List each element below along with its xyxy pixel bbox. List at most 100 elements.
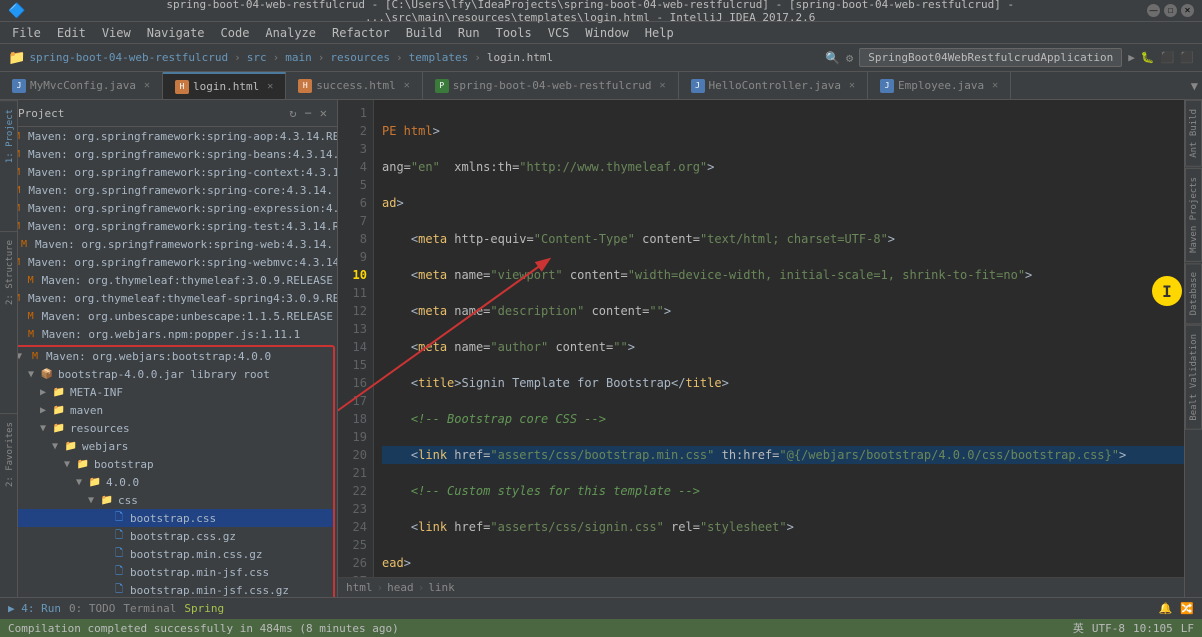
css-folder-item[interactable]: ▼ 📁 css bbox=[4, 491, 333, 509]
breadcrumb-resources[interactable]: resources bbox=[330, 51, 390, 64]
collapse-icon[interactable]: − bbox=[303, 104, 314, 122]
maven-projects-tab[interactable]: Maven Projects bbox=[1185, 168, 1202, 262]
terminal-button[interactable]: Terminal bbox=[123, 602, 176, 615]
thymeleaf-spring4-item[interactable]: ▶ M Maven: org.thymeleaf:thymeleaf-sprin… bbox=[0, 289, 337, 307]
lf-indicator: LF bbox=[1181, 622, 1194, 635]
version-folder-item[interactable]: ▼ 📁 4.0.0 bbox=[4, 473, 333, 491]
bc-link[interactable]: link bbox=[428, 581, 455, 594]
menu-analyze[interactable]: Analyze bbox=[257, 24, 324, 42]
tab-success[interactable]: H success.html ✕ bbox=[286, 72, 423, 99]
tab-project[interactable]: P spring-boot-04-web-restfulcrud ✕ bbox=[423, 72, 679, 99]
list-item[interactable]: ▶ M Maven: org.springframework:spring-co… bbox=[0, 181, 337, 199]
menu-help[interactable]: Help bbox=[637, 24, 682, 42]
close-sidebar-icon[interactable]: ✕ bbox=[318, 104, 329, 122]
spring-button[interactable]: Spring bbox=[184, 602, 224, 615]
tab-close-hellocontroller[interactable]: ✕ bbox=[849, 80, 855, 91]
menu-view[interactable]: View bbox=[94, 24, 139, 42]
maximize-button[interactable]: □ bbox=[1164, 4, 1177, 17]
bootstrap-min-jsf-gz-item[interactable]: 🗋 bootstrap.min-jsf.css.gz bbox=[4, 581, 333, 597]
bc-head[interactable]: head bbox=[387, 581, 414, 594]
ant-build-tab[interactable]: Ant Build bbox=[1185, 100, 1202, 167]
bean-validation-tab[interactable]: Bealt Validation bbox=[1185, 325, 1202, 430]
debug-icon[interactable]: 🐛 bbox=[1141, 51, 1155, 64]
resources-folder-item[interactable]: ▼ 📁 resources bbox=[4, 419, 333, 437]
tab-employee[interactable]: J Employee.java ✕ bbox=[868, 72, 1011, 99]
tab-overflow-button[interactable]: ▼ bbox=[1187, 72, 1202, 99]
stop-icon[interactable]: ⬛ bbox=[1161, 51, 1175, 64]
database-tab[interactable]: Database bbox=[1185, 263, 1202, 324]
notifications-icon[interactable]: 🔔 bbox=[1159, 602, 1173, 615]
folder-icon: 📁 bbox=[52, 385, 66, 399]
todo-button[interactable]: 0: TODO bbox=[69, 602, 115, 615]
list-item[interactable]: ▶ M Maven: org.thymeleaf:thymeleaf:3.0.9… bbox=[0, 271, 337, 289]
bootstrap-css-item[interactable]: 🗋 bootstrap.css bbox=[4, 509, 333, 527]
tab-close-login[interactable]: ✕ bbox=[267, 81, 273, 92]
maven-folder-item[interactable]: ▶ 📁 maven bbox=[4, 401, 333, 419]
project-side-tab[interactable]: 1: Project bbox=[0, 100, 17, 171]
code-line-2: ang="en" xmlns:th="http://www.thymeleaf.… bbox=[382, 158, 1194, 176]
item-label: webjars bbox=[82, 440, 128, 453]
tab-close-project[interactable]: ✕ bbox=[659, 80, 665, 91]
menu-navigate[interactable]: Navigate bbox=[139, 24, 213, 42]
list-item[interactable]: ▶ M Maven: org.webjars.npm:popper.js:1.1… bbox=[0, 325, 337, 343]
settings-icon[interactable]: ⚙ bbox=[846, 51, 853, 65]
breadcrumb-src[interactable]: src bbox=[247, 51, 267, 64]
tab-hellocontroller[interactable]: J HelloController.java ✕ bbox=[679, 72, 868, 99]
bootstrap-jar-item[interactable]: ▼ 📦 bootstrap-4.0.0.jar library root bbox=[4, 365, 333, 383]
css-file-icon: 🗋 bbox=[112, 583, 126, 597]
jar-icon: 📦 bbox=[40, 367, 54, 381]
bootstrap-maven-item[interactable]: ▼ M Maven: org.webjars:bootstrap:4.0.0 bbox=[4, 347, 333, 365]
list-item[interactable]: ▶ M Maven: org.springframework:spring-ao… bbox=[0, 127, 337, 145]
webjars-folder-item[interactable]: ▼ 📁 webjars bbox=[4, 437, 333, 455]
breadcrumb-main[interactable]: main bbox=[285, 51, 312, 64]
breadcrumb-templates[interactable]: templates bbox=[409, 51, 469, 64]
list-item[interactable]: ▶ M Maven: org.springframework:spring-ex… bbox=[0, 199, 337, 217]
tab-mymvcconfig[interactable]: J MyMvcConfig.java ✕ bbox=[0, 72, 163, 99]
tab-close-employee[interactable]: ✕ bbox=[992, 80, 998, 91]
code-content[interactable]: PE html> ang="en" xmlns:th="http://www.t… bbox=[374, 100, 1202, 577]
structure-side-tab[interactable]: 2: Structure bbox=[0, 231, 17, 313]
search-everywhere-icon[interactable]: 🔍 bbox=[825, 51, 840, 65]
java-file-icon: J bbox=[12, 79, 26, 93]
stop-red-icon[interactable]: ⬛ bbox=[1180, 51, 1194, 64]
favorites-side-tab[interactable]: 2: Favorites bbox=[0, 413, 17, 495]
list-item[interactable]: ▶ M Maven: org.unbescape:unbescape:1.1.5… bbox=[0, 307, 337, 325]
sidebar: ⚙ Project ↻ − ✕ ▶ M Maven: org.springfra… bbox=[0, 100, 338, 597]
tab-login[interactable]: H login.html ✕ bbox=[163, 72, 286, 99]
item-label: Maven: org.springframework:spring-core:4… bbox=[28, 184, 333, 197]
breadcrumb-filename[interactable]: login.html bbox=[487, 51, 553, 64]
item-label: META-INF bbox=[70, 386, 123, 399]
bootstrap-min-jsf-item[interactable]: 🗋 bootstrap.min-jsf.css bbox=[4, 563, 333, 581]
list-item[interactable]: ▶ M Maven: org.springframework:spring-te… bbox=[0, 217, 337, 235]
menu-file[interactable]: File bbox=[4, 24, 49, 42]
menu-build[interactable]: Build bbox=[398, 24, 450, 42]
encoding-indicator[interactable]: UTF-8 bbox=[1092, 622, 1125, 635]
list-item[interactable]: ▶ M Maven: org.springframework:spring-co… bbox=[0, 163, 337, 181]
meta-inf-item[interactable]: ▶ 📁 META-INF bbox=[4, 383, 333, 401]
bc-html[interactable]: html bbox=[346, 581, 373, 594]
run-icon[interactable]: ▶ bbox=[1128, 51, 1135, 64]
tab-close-mymvcconfig[interactable]: ✕ bbox=[144, 80, 150, 91]
close-button[interactable]: ✕ bbox=[1181, 4, 1194, 17]
menu-refactor[interactable]: Refactor bbox=[324, 24, 398, 42]
menu-vcs[interactable]: VCS bbox=[540, 24, 578, 42]
vcs-icon[interactable]: 🔀 bbox=[1180, 602, 1194, 615]
list-item[interactable]: ▶ M Maven: org.springframework:spring-we… bbox=[0, 253, 337, 271]
menu-tools[interactable]: Tools bbox=[488, 24, 540, 42]
menu-code[interactable]: Code bbox=[213, 24, 258, 42]
list-item[interactable]: ▶ M Maven: org.springframework:spring-we… bbox=[0, 235, 337, 253]
menu-run[interactable]: Run bbox=[450, 24, 488, 42]
minimize-button[interactable]: — bbox=[1147, 4, 1160, 17]
breadcrumb-project[interactable]: spring-boot-04-web-restfulcrud bbox=[29, 51, 228, 64]
sync-icon[interactable]: ↻ bbox=[287, 104, 298, 122]
bootstrap-css-gz-item[interactable]: 🗋 bootstrap.css.gz bbox=[4, 527, 333, 545]
run-tool-button[interactable]: ▶ 4: Run bbox=[8, 602, 61, 615]
bootstrap-min-css-gz-item[interactable]: 🗋 bootstrap.min.css.gz bbox=[4, 545, 333, 563]
spring-boot-badge[interactable]: SpringBoot04WebRestfulcrudApplication bbox=[859, 48, 1122, 67]
tab-close-success[interactable]: ✕ bbox=[404, 80, 410, 91]
lang-indicator[interactable]: 英 bbox=[1073, 620, 1084, 636]
bootstrap-folder-item[interactable]: ▼ 📁 bootstrap bbox=[4, 455, 333, 473]
list-item[interactable]: ▶ M Maven: org.springframework:spring-be… bbox=[0, 145, 337, 163]
menu-edit[interactable]: Edit bbox=[49, 24, 94, 42]
menu-window[interactable]: Window bbox=[577, 24, 636, 42]
